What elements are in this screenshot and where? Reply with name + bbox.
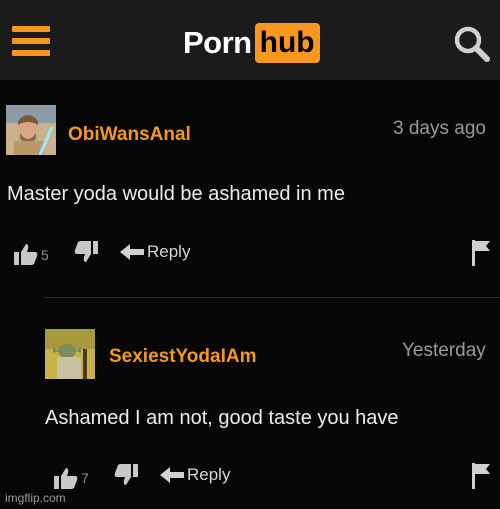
flag-icon[interactable] <box>472 463 492 489</box>
logo-text-right: hub <box>254 23 320 63</box>
reply-button[interactable]: Reply <box>120 242 190 262</box>
like-count: 5 <box>41 247 49 263</box>
divider <box>44 297 500 298</box>
thumbs-down-icon[interactable] <box>114 464 138 486</box>
hamburger-menu-icon[interactable] <box>12 26 50 56</box>
comment-text: Master yoda would be ashamed in me <box>7 183 345 205</box>
search-icon[interactable] <box>452 24 492 64</box>
reply-arrow-icon <box>120 244 144 260</box>
timestamp: Yesterday <box>402 340 486 361</box>
like-count: 7 <box>81 470 89 486</box>
thumbs-down-icon[interactable] <box>74 241 98 263</box>
avatar[interactable] <box>6 105 56 155</box>
username[interactable]: SexiestYodaIAm <box>109 346 256 368</box>
thumbs-up-icon[interactable] <box>54 467 78 489</box>
logo-text-left: Porn <box>183 25 252 60</box>
reply-label: Reply <box>187 465 231 484</box>
thumbs-up-icon[interactable] <box>14 243 38 265</box>
watermark: imgflip.com <box>5 491 66 505</box>
flag-icon[interactable] <box>472 240 492 266</box>
reply-arrow-icon <box>160 467 184 483</box>
timestamp: 3 days ago <box>393 118 486 139</box>
username[interactable]: ObiWansAnal <box>68 124 191 146</box>
avatar[interactable] <box>45 329 95 379</box>
site-logo[interactable]: Porn hub <box>183 21 320 65</box>
comment-text: Ashamed I am not, good taste you have <box>45 407 399 429</box>
top-bar: Porn hub <box>0 0 500 80</box>
reply-button[interactable]: Reply <box>160 465 230 485</box>
reply-label: Reply <box>147 242 191 261</box>
